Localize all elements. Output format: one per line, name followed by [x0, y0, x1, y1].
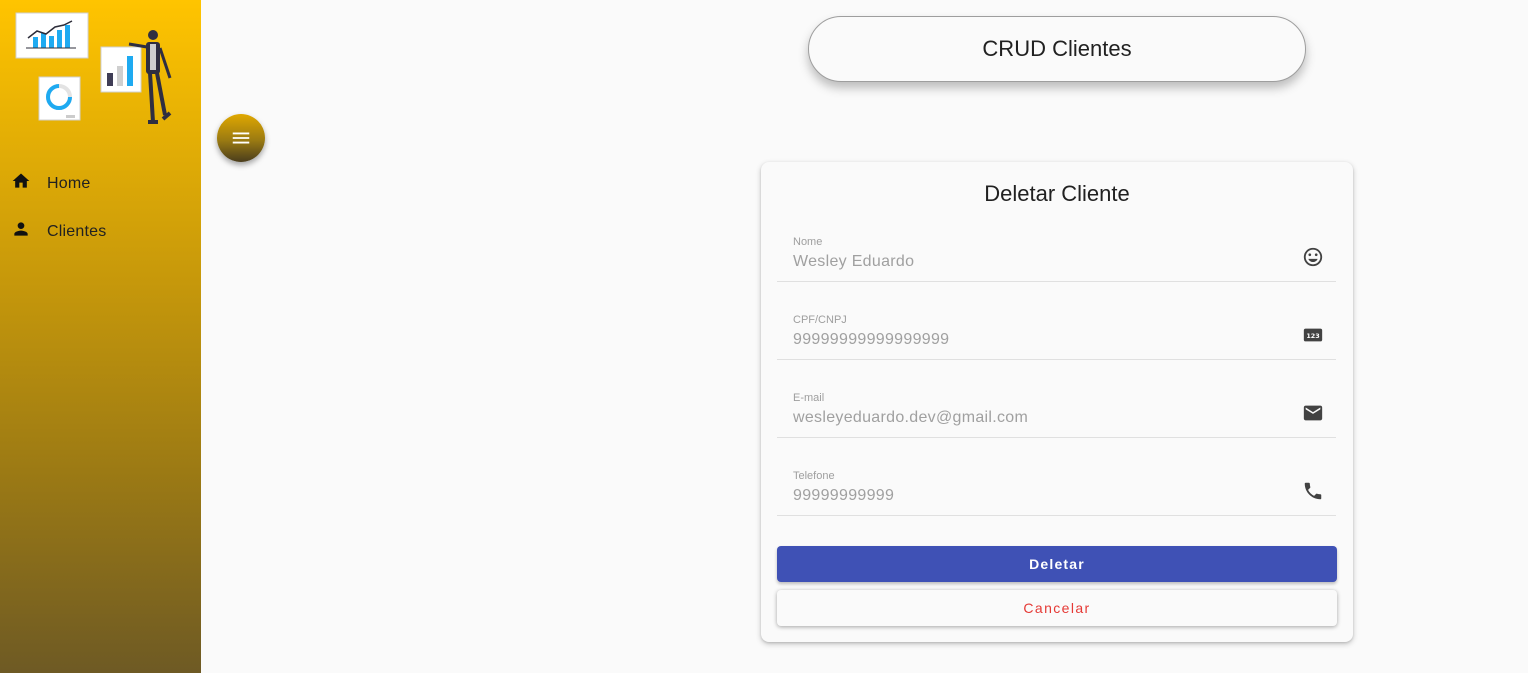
home-icon: [12, 173, 30, 188]
numbers-123-icon: 123: [1302, 324, 1324, 346]
cancel-button[interactable]: Cancelar: [777, 590, 1337, 626]
menu-toggle-button[interactable]: [217, 114, 265, 162]
cpf-cnpj-field-label: CPF/CNPJ: [793, 314, 847, 326]
smiley-face-icon: [1302, 246, 1324, 268]
sidebar-item-label: Clientes: [47, 223, 107, 240]
svg-text:123: 123: [1306, 332, 1319, 340]
name-field[interactable]: Nome: [777, 226, 1336, 282]
mail-icon: [1302, 402, 1324, 424]
person-icon: [14, 222, 28, 236]
email-input[interactable]: [793, 409, 1283, 427]
form-title: Deletar Cliente: [984, 181, 1130, 206]
page-title: CRUD Clientes: [808, 16, 1306, 82]
phone-icon: [1302, 480, 1324, 502]
phone-field-label: Telefone: [793, 470, 835, 482]
cpf-cnpj-field[interactable]: CPF/CNPJ 123: [777, 304, 1336, 360]
sidebar-item-clientes[interactable]: Clientes: [0, 208, 201, 256]
name-input[interactable]: [793, 253, 1283, 271]
phone-field[interactable]: Telefone: [777, 460, 1336, 516]
name-field-label: Nome: [793, 236, 823, 248]
delete-button[interactable]: Deletar: [777, 546, 1337, 582]
cpf-cnpj-input[interactable]: [793, 331, 1283, 349]
sidebar-item-home[interactable]: Home: [0, 160, 201, 208]
sidebar-nav: Home Clientes: [0, 160, 201, 256]
email-field-label: E-mail: [793, 392, 825, 404]
dashboard-illustration: [15, 12, 172, 124]
delete-client-form: Deletar Cliente Nome CPF/CNPJ 123 E-mail…: [761, 162, 1353, 642]
email-field[interactable]: E-mail: [777, 382, 1336, 438]
phone-input[interactable]: [793, 487, 1283, 505]
sidebar: Home Clientes: [0, 0, 201, 673]
sidebar-item-label: Home: [47, 175, 91, 192]
menu-icon: [232, 132, 250, 144]
